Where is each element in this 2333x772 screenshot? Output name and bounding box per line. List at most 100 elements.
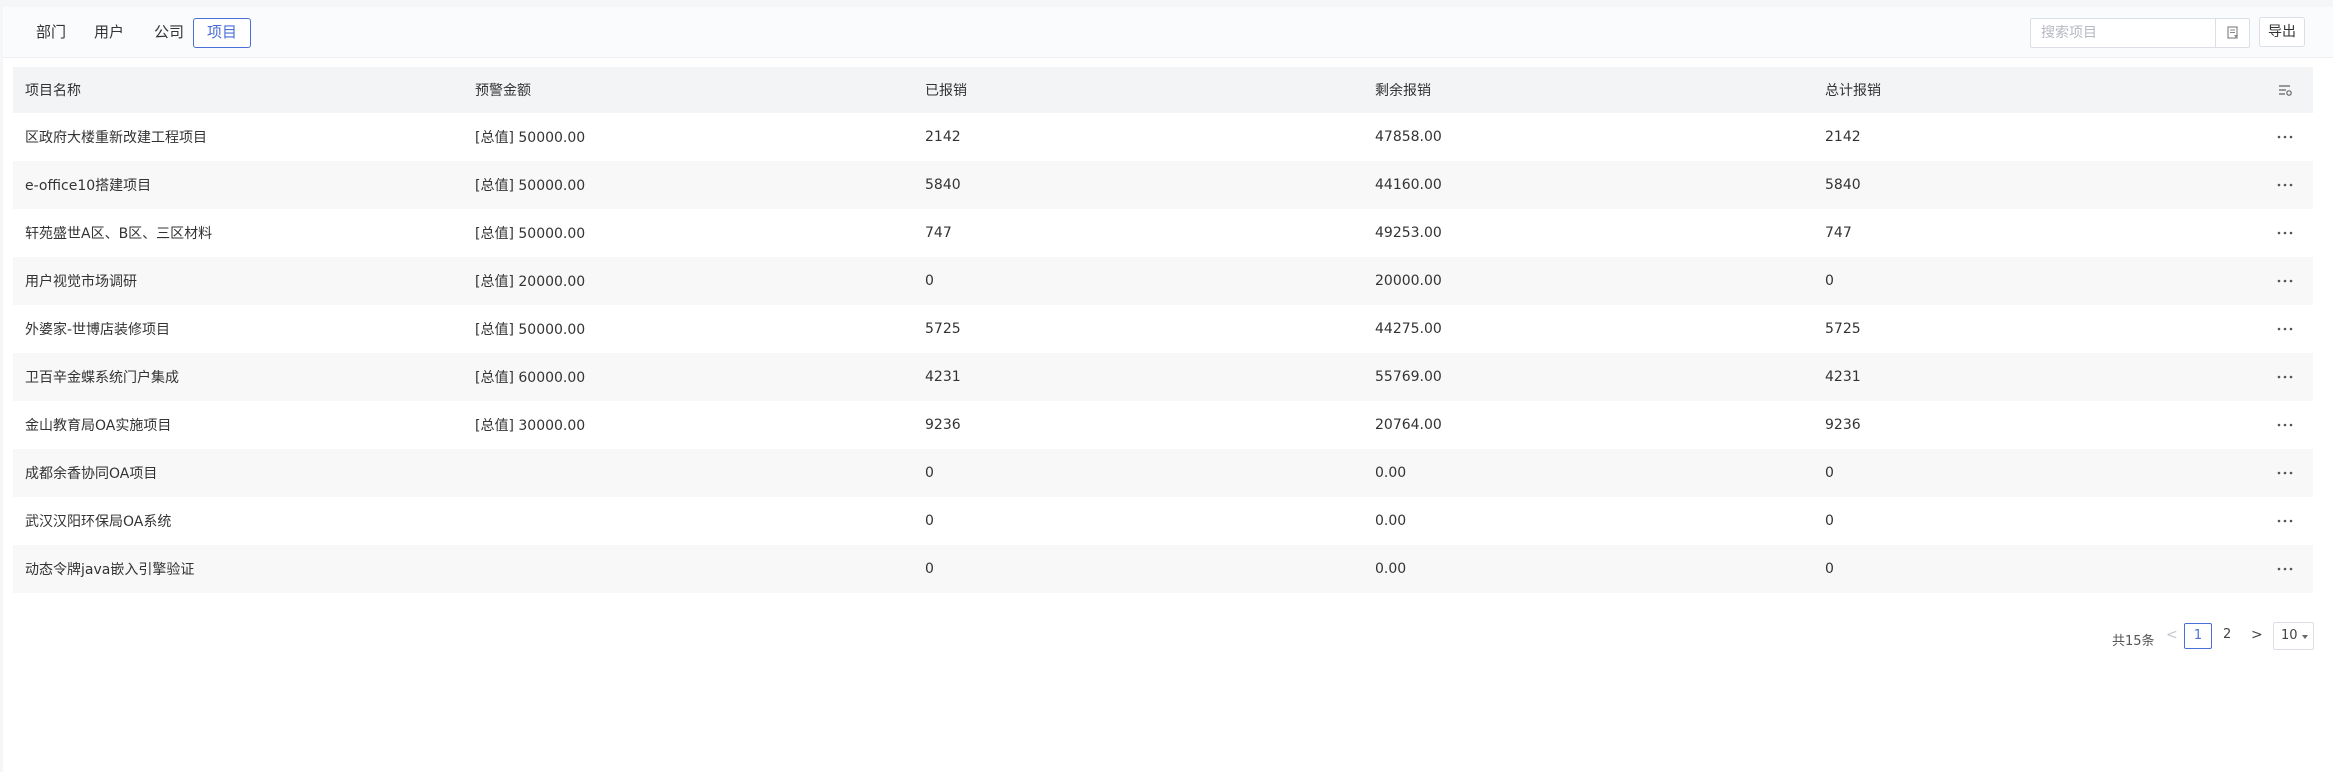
more-icon xyxy=(2277,327,2293,331)
page-size-select[interactable]: 10 xyxy=(2273,622,2314,650)
project-table: 项目名称 预警金额 已报销 剩余报销 总计报销 区政府大楼重新改建工程项目 [总… xyxy=(13,67,2313,593)
search-box xyxy=(2030,18,2250,48)
more-icon xyxy=(2277,567,2293,571)
cell-reimbursed: 5725 xyxy=(925,321,961,337)
header-remaining: 剩余报销 xyxy=(1375,83,1431,99)
more-actions-button[interactable] xyxy=(2271,497,2299,545)
more-actions-button[interactable] xyxy=(2271,305,2299,353)
cell-remaining: 20000.00 xyxy=(1375,273,1442,289)
more-icon xyxy=(2277,375,2293,379)
cell-warning-amount: [总值] 50000.00 xyxy=(475,322,586,338)
cell-reimbursed: 0 xyxy=(925,273,934,289)
table-row[interactable]: 用户视觉市场调研 [总值] 20000.00 0 20000.00 0 xyxy=(13,257,2313,305)
cell-project-name: 成都余香协同OA项目 xyxy=(25,466,158,482)
more-icon xyxy=(2277,519,2293,523)
pagination-total: 共15条 xyxy=(2112,634,2155,649)
header-warning-amount: 预警金额 xyxy=(475,83,531,99)
more-actions-button[interactable] xyxy=(2271,545,2299,593)
cell-reimbursed: 9236 xyxy=(925,417,961,433)
cell-total: 0 xyxy=(1825,465,1834,481)
table-row[interactable]: 动态令牌java嵌入引擎验证 0 0.00 0 xyxy=(13,545,2313,593)
cell-total: 0 xyxy=(1825,273,1834,289)
cell-project-name: e-office10搭建项目 xyxy=(25,178,152,194)
pagination-page-1[interactable]: 1 xyxy=(2184,623,2212,649)
cell-project-name: 外婆家-世博店装修项目 xyxy=(25,322,171,338)
table-row[interactable]: 金山教育局OA实施项目 [总值] 30000.00 9236 20764.00 … xyxy=(13,401,2313,449)
table-row[interactable]: 轩苑盛世A区、B区、三区材料 [总值] 50000.00 747 49253.0… xyxy=(13,209,2313,257)
cell-remaining: 55769.00 xyxy=(1375,369,1442,385)
header-total: 总计报销 xyxy=(1825,83,1881,99)
search-input[interactable] xyxy=(2031,19,2215,47)
column-settings-icon xyxy=(2279,85,2292,96)
cell-project-name: 动态令牌java嵌入引擎验证 xyxy=(25,562,195,578)
pagination-next-button[interactable]: > xyxy=(2251,627,2263,643)
cell-project-name: 金山教育局OA实施项目 xyxy=(25,418,172,434)
table-row[interactable]: 成都余香协同OA项目 0 0.00 0 xyxy=(13,449,2313,497)
table-header: 项目名称 预警金额 已报销 剩余报销 总计报销 xyxy=(13,67,2313,113)
cell-reimbursed: 5840 xyxy=(925,177,961,193)
cell-remaining: 44275.00 xyxy=(1375,321,1442,337)
more-icon xyxy=(2277,471,2293,475)
search-button[interactable] xyxy=(2215,19,2249,47)
cell-reimbursed: 2142 xyxy=(925,129,961,145)
cell-project-name: 卫百辛金蝶系统门户集成 xyxy=(25,370,179,386)
more-actions-button[interactable] xyxy=(2271,353,2299,401)
table-row[interactable]: 区政府大楼重新改建工程项目 [总值] 50000.00 2142 47858.0… xyxy=(13,113,2313,161)
cell-warning-amount: [总值] 20000.00 xyxy=(475,274,586,290)
header-reimbursed: 已报销 xyxy=(925,83,967,99)
tab-project[interactable]: 项目 xyxy=(193,18,251,48)
tab-department[interactable]: 部门 xyxy=(21,18,81,46)
more-actions-button[interactable] xyxy=(2271,209,2299,257)
cell-remaining: 0.00 xyxy=(1375,513,1407,529)
cell-warning-amount: [总值] 50000.00 xyxy=(475,178,586,194)
cell-reimbursed: 0 xyxy=(925,513,934,529)
cell-remaining: 44160.00 xyxy=(1375,177,1442,193)
tab-company[interactable]: 公司 xyxy=(137,18,201,46)
table-row[interactable]: 武汉汉阳环保局OA系统 0 0.00 0 xyxy=(13,497,2313,545)
column-settings-button[interactable] xyxy=(2271,67,2299,113)
cell-remaining: 49253.00 xyxy=(1375,225,1442,241)
cell-total: 0 xyxy=(1825,561,1834,577)
pagination-page-2[interactable]: 2 xyxy=(2223,627,2231,642)
chevron-down-icon xyxy=(2302,635,2308,639)
header-project-name: 项目名称 xyxy=(25,83,81,99)
table-row[interactable]: 外婆家-世博店装修项目 [总值] 50000.00 5725 44275.00 … xyxy=(13,305,2313,353)
more-icon xyxy=(2277,279,2293,283)
cell-warning-amount: [总值] 50000.00 xyxy=(475,130,586,146)
cell-warning-amount: [总值] 30000.00 xyxy=(475,418,586,434)
cell-remaining: 20764.00 xyxy=(1375,417,1442,433)
cell-reimbursed: 4231 xyxy=(925,369,961,385)
cell-total: 0 xyxy=(1825,513,1834,529)
cell-remaining: 0.00 xyxy=(1375,465,1407,481)
more-icon xyxy=(2277,135,2293,139)
cell-project-name: 轩苑盛世A区、B区、三区材料 xyxy=(25,226,213,242)
more-actions-button[interactable] xyxy=(2271,257,2299,305)
cell-remaining: 0.00 xyxy=(1375,561,1407,577)
cell-total: 5725 xyxy=(1825,321,1861,337)
cell-project-name: 区政府大楼重新改建工程项目 xyxy=(25,130,207,146)
more-actions-button[interactable] xyxy=(2271,449,2299,497)
table-row[interactable]: e-office10搭建项目 [总值] 50000.00 5840 44160.… xyxy=(13,161,2313,209)
tab-user[interactable]: 用户 xyxy=(79,18,139,46)
cell-total: 2142 xyxy=(1825,129,1861,145)
cell-reimbursed: 0 xyxy=(925,465,934,481)
cell-total: 5840 xyxy=(1825,177,1861,193)
cell-warning-amount: [总值] 60000.00 xyxy=(475,370,586,386)
table-row[interactable]: 卫百辛金蝶系统门户集成 [总值] 60000.00 4231 55769.00 … xyxy=(13,353,2313,401)
more-actions-button[interactable] xyxy=(2271,401,2299,449)
main-panel: 部门 用户 公司 项目 导出 项目名称 预警金额 已报销 剩余报销 总计报销 xyxy=(3,7,2333,772)
cell-warning-amount: [总值] 50000.00 xyxy=(475,226,586,242)
cell-total: 4231 xyxy=(1825,369,1861,385)
cell-total: 9236 xyxy=(1825,417,1861,433)
cell-project-name: 用户视觉市场调研 xyxy=(25,274,137,290)
cell-reimbursed: 0 xyxy=(925,561,934,577)
cell-total: 747 xyxy=(1825,225,1852,241)
more-icon xyxy=(2277,231,2293,235)
filter-icon xyxy=(2227,26,2238,39)
pagination-prev-button[interactable]: < xyxy=(2166,627,2178,643)
cell-reimbursed: 747 xyxy=(925,225,952,241)
cell-remaining: 47858.00 xyxy=(1375,129,1442,145)
export-button[interactable]: 导出 xyxy=(2259,17,2305,47)
more-actions-button[interactable] xyxy=(2271,161,2299,209)
more-actions-button[interactable] xyxy=(2271,113,2299,161)
